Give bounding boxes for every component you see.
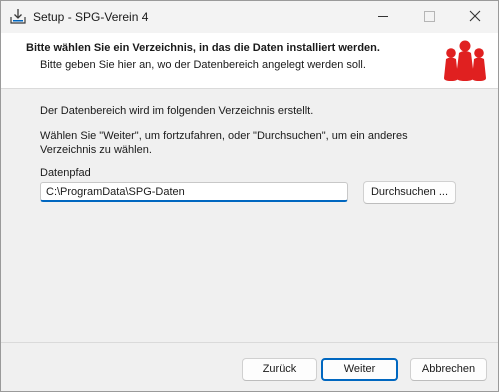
title-bar[interactable]: Setup - SPG-Verein 4: [1, 1, 498, 33]
game-pieces-logo-icon: [444, 40, 486, 81]
footer-divider: [1, 342, 498, 343]
maximize-button[interactable]: [406, 1, 452, 33]
path-label: Datenpfad: [40, 167, 91, 179]
cancel-button[interactable]: Abbrechen: [410, 358, 487, 381]
next-button[interactable]: Weiter: [321, 358, 398, 381]
info-text: Der Datenbereich wird im folgenden Verze…: [40, 105, 314, 117]
close-button[interactable]: [452, 1, 498, 33]
header-title: Bitte wählen Sie ein Verzeichnis, in das…: [26, 42, 380, 54]
header-subtitle: Bitte geben Sie hier an, wo der Datenber…: [40, 59, 366, 71]
setup-window: Setup - SPG-Verein 4 Bitte wählen Sie ei…: [0, 0, 499, 392]
maximize-icon: [424, 11, 435, 22]
instruction-text-line-1: Wählen Sie "Weiter", um fortzufahren, od…: [40, 130, 408, 142]
window-title: Setup - SPG-Verein 4: [33, 10, 149, 24]
wizard-header: Bitte wählen Sie ein Verzeichnis, in das…: [1, 33, 498, 89]
back-button[interactable]: Zurück: [242, 358, 317, 381]
instruction-text-line-2: Verzeichnis zu wählen.: [40, 144, 152, 156]
path-input[interactable]: [40, 182, 348, 202]
close-icon: [469, 10, 481, 22]
minimize-button[interactable]: [360, 1, 406, 33]
installer-icon: [10, 9, 26, 24]
browse-button[interactable]: Durchsuchen ...: [363, 181, 456, 204]
minimize-icon: [378, 16, 388, 17]
